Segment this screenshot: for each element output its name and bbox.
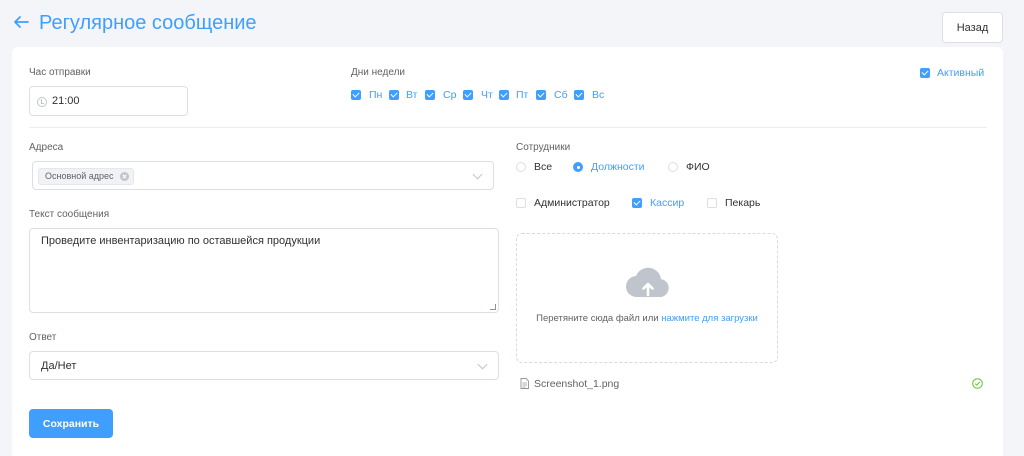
- weekday-label-sun: Вс: [592, 89, 605, 101]
- radio-fio[interactable]: [668, 162, 678, 172]
- send-hour-input[interactable]: 21:00: [29, 86, 188, 116]
- addresses-label: Адреса: [29, 142, 64, 153]
- page-title: Регулярное сообщение: [39, 12, 257, 34]
- employees-label: Сотрудники: [516, 142, 571, 153]
- upload-dropzone[interactable]: Перетяните сюда файл или нажмите для заг…: [516, 233, 778, 363]
- weekday-label-thu: Чт: [481, 89, 493, 101]
- answer-label: Ответ: [29, 332, 57, 343]
- message-label: Текст сообщения: [29, 209, 110, 220]
- position-checkbox-baker[interactable]: [707, 198, 717, 208]
- address-tag: Основной адрес: [38, 168, 134, 185]
- answer-select[interactable]: Да/Нет: [29, 351, 499, 380]
- weekday-label-wed: Ср: [443, 89, 457, 101]
- weekday-checkbox-sun[interactable]: [574, 90, 584, 100]
- message-value: Проведите инвентаризацию по оставшейся п…: [41, 235, 321, 247]
- file-name: Screenshot_1.png: [534, 378, 620, 390]
- weekday-label-sat: Сб: [554, 89, 568, 101]
- success-check-icon: [972, 378, 983, 389]
- weekdays-label: Дни недели: [351, 67, 406, 78]
- position-checkbox-admin[interactable]: [516, 198, 526, 208]
- active-checkbox[interactable]: [920, 68, 930, 78]
- weekday-label-tue: Вт: [406, 89, 418, 101]
- back-arrow-icon[interactable]: [12, 13, 30, 31]
- tag-close-icon[interactable]: [119, 172, 129, 181]
- position-checkbox-cashier[interactable]: [632, 198, 642, 208]
- position-label-admin: Администратор: [534, 197, 610, 209]
- section-divider: [29, 127, 987, 128]
- weekday-checkbox-sat[interactable]: [536, 90, 546, 100]
- resize-handle[interactable]: [490, 304, 496, 310]
- send-hour-label: Час отправки: [29, 67, 91, 78]
- weekday-checkbox-mon[interactable]: [351, 90, 361, 100]
- weekday-checkbox-wed[interactable]: [425, 90, 435, 100]
- clock-icon: [37, 97, 47, 107]
- radio-fio-label: ФИО: [686, 161, 710, 173]
- send-hour-value: 21:00: [52, 95, 80, 107]
- file-list-item[interactable]: Screenshot_1.png: [520, 376, 987, 392]
- document-icon: [520, 378, 529, 389]
- chevron-down-icon: [472, 169, 483, 180]
- upload-link[interactable]: нажмите для загрузки: [661, 313, 758, 324]
- back-button[interactable]: Назад: [942, 12, 1003, 43]
- upload-hint: Перетяните сюда файл или нажмите для заг…: [517, 313, 777, 324]
- save-button[interactable]: Сохранить: [29, 409, 113, 438]
- form-card: Час отправки 21:00 Дни недели Пн Вт Ср Ч…: [12, 47, 1003, 456]
- position-label-cashier: Кассир: [650, 197, 685, 209]
- radio-all-label: Все: [534, 161, 553, 173]
- weekday-label-mon: Пн: [369, 89, 383, 101]
- addresses-select[interactable]: Основной адрес: [32, 161, 494, 190]
- weekday-checkbox-thu[interactable]: [463, 90, 473, 100]
- weekday-label-fri: Пт: [516, 89, 529, 101]
- radio-positions[interactable]: [573, 162, 583, 172]
- chevron-down-icon: [477, 359, 488, 370]
- address-tag-label: Основной адрес: [45, 171, 114, 181]
- radio-all[interactable]: [516, 162, 526, 172]
- weekday-checkbox-fri[interactable]: [499, 90, 509, 100]
- weekday-checkbox-tue[interactable]: [389, 90, 399, 100]
- upload-text: Перетяните сюда файл или: [536, 313, 659, 324]
- active-label: Активный: [937, 67, 985, 79]
- radio-positions-label: Должности: [591, 161, 645, 173]
- position-label-baker: Пекарь: [725, 197, 761, 209]
- cloud-upload-icon: [626, 267, 669, 298]
- answer-value: Да/Нет: [41, 360, 77, 372]
- message-textarea[interactable]: Проведите инвентаризацию по оставшейся п…: [29, 228, 499, 313]
